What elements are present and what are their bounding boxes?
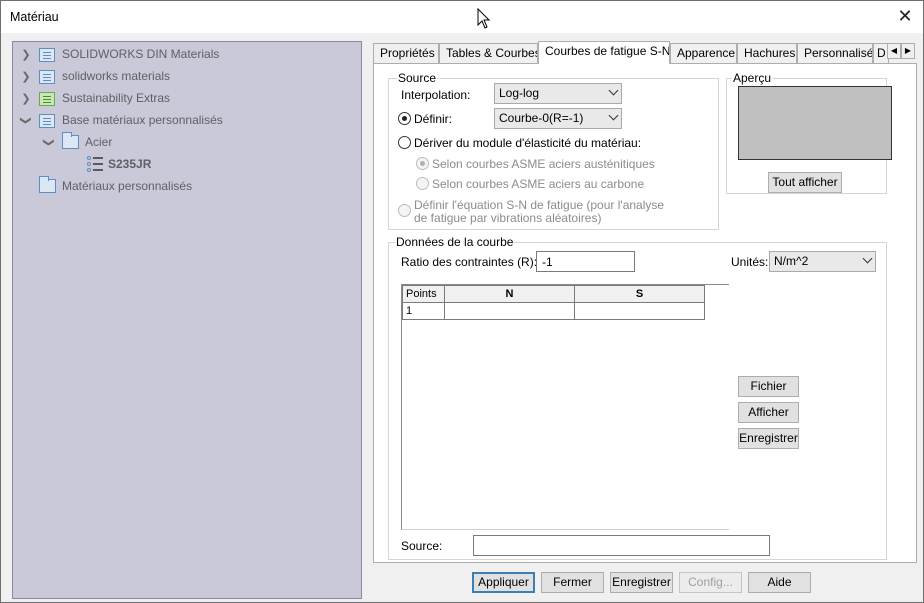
window-title: Matériau <box>10 10 59 24</box>
units-label: Unités: <box>731 255 769 269</box>
table-header-row: Points N S <box>402 285 705 303</box>
asme-carbon-radio[interactable] <box>416 177 429 190</box>
preview-legend: Aperçu <box>732 71 773 85</box>
tree-item-materiaux-personnalises[interactable]: Matériaux personnalisés <box>33 176 192 196</box>
chevron-down-icon <box>608 110 619 121</box>
table-cell-s[interactable] <box>574 302 705 320</box>
chevron-down-icon[interactable]: ❯ <box>43 135 56 149</box>
tab-apparence[interactable]: Apparence <box>670 43 737 63</box>
tree-item-solidworks-materials[interactable]: ❯ solidworks materials <box>19 66 170 86</box>
tree-item-label: Base matériaux personnalisés <box>62 113 223 127</box>
tree-item-base-materiaux[interactable]: ❯ Base matériaux personnalisés <box>19 110 223 130</box>
tree-item-acier[interactable]: ❯ Acier <box>42 132 112 152</box>
definir-label: Définir: <box>414 112 453 126</box>
tree-item-s235jr[interactable]: S235JR <box>86 154 151 174</box>
ratio-input[interactable] <box>536 251 635 272</box>
save-button[interactable]: Enregistrer <box>610 572 673 593</box>
definir-value: Courbe-0(R=-1) <box>499 111 584 125</box>
material-dialog: Matériau ✕ ❯ SOLIDWORKS DIN Materials ❯ … <box>0 0 924 603</box>
tree-item-label: Acier <box>85 135 113 149</box>
database-icon <box>39 68 56 85</box>
database-icon <box>39 46 56 63</box>
config-button[interactable]: Config... <box>679 572 742 593</box>
tab-courbes-fatigue[interactable]: Courbes de fatigue S-N <box>538 41 670 64</box>
table-cell-point[interactable]: 1 <box>402 302 445 320</box>
asme-austenitic-label: Selon courbes ASME aciers austénitiques <box>432 157 655 171</box>
tree-item-sustainability-extras[interactable]: ❯ Sustainability Extras <box>19 88 170 108</box>
asme-austenitic-radio[interactable] <box>416 157 429 170</box>
show-button[interactable]: Afficher <box>738 402 799 423</box>
interpolation-label: Interpolation: <box>401 88 471 102</box>
tree-item-label: Sustainability Extras <box>62 91 171 105</box>
save-curve-button[interactable]: Enregistrer <box>738 428 799 449</box>
tree-item-label: SOLIDWORKS DIN Materials <box>62 47 220 61</box>
chevron-right-icon[interactable]: ❯ <box>19 92 33 105</box>
curve-grid-frame <box>401 284 729 530</box>
chevron-right-icon[interactable]: ❯ <box>19 70 33 83</box>
source-legend: Source <box>397 71 438 85</box>
definir-select[interactable]: Courbe-0(R=-1) <box>494 108 622 129</box>
mouse-cursor-icon <box>477 8 491 29</box>
folder-icon <box>39 176 56 193</box>
source-field-label: Source: <box>401 539 443 553</box>
tree-item-label: Matériaux personnalisés <box>62 179 193 193</box>
source-field-input[interactable] <box>473 535 770 556</box>
close-button[interactable]: Fermer <box>541 572 604 593</box>
table-row: 1 <box>402 302 705 320</box>
table-cell-n[interactable] <box>444 302 575 320</box>
material-icon <box>86 155 104 173</box>
equation-label-line1: Définir l'équation S-N de fatigue (pour … <box>414 198 665 212</box>
show-all-button[interactable]: Tout afficher <box>768 172 842 193</box>
database-green-icon <box>39 90 56 107</box>
tab-hachures[interactable]: Hachures <box>737 43 797 63</box>
curve-data-legend: Données de la courbe <box>395 235 515 249</box>
help-button[interactable]: Aide <box>748 572 811 593</box>
database-icon <box>39 112 56 129</box>
asme-carbon-label: Selon courbes ASME aciers au carbone <box>432 177 645 191</box>
column-header-s[interactable]: S <box>574 285 705 303</box>
chevron-down-icon <box>862 253 873 264</box>
tab-tables-courbes[interactable]: Tables & Courbes <box>439 43 538 63</box>
tree-item-label: solidworks materials <box>62 69 171 83</box>
units-select[interactable]: N/m^2 <box>769 251 876 272</box>
equation-label-line2: de fatigue par vibrations aléatoires) <box>414 211 602 225</box>
curve-data-table[interactable]: Points N S 1 <box>402 285 705 320</box>
tab-scroll-right-icon[interactable]: ▶ <box>901 43 915 59</box>
units-value: N/m^2 <box>774 254 809 268</box>
equation-radio[interactable] <box>398 204 411 217</box>
interpolation-select[interactable]: Log-log <box>494 83 622 104</box>
column-header-n[interactable]: N <box>444 285 575 303</box>
tree-item-label: S235JR <box>108 157 152 171</box>
chevron-right-icon[interactable]: ❯ <box>19 48 33 61</box>
interpolation-value: Log-log <box>499 86 540 100</box>
definir-radio[interactable] <box>398 112 411 125</box>
material-tree[interactable]: ❯ SOLIDWORKS DIN Materials ❯ solidworks … <box>12 41 362 599</box>
file-button[interactable]: Fichier <box>738 376 799 397</box>
close-icon[interactable]: ✕ <box>893 5 917 29</box>
tree-item-solidworks-din[interactable]: ❯ SOLIDWORKS DIN Materials <box>19 44 219 64</box>
tab-strip: Propriétés Tables & Courbes Courbes de f… <box>373 41 917 64</box>
tab-scroll-left-icon[interactable]: ◀ <box>887 43 901 59</box>
preview-canvas <box>738 86 892 160</box>
title-bar: Matériau ✕ <box>1 1 923 33</box>
deriver-label: Dériver du module d'élasticité du matéri… <box>414 136 642 150</box>
deriver-radio[interactable] <box>398 136 411 149</box>
ratio-label: Ratio des contraintes (R): <box>401 255 538 269</box>
chevron-down-icon[interactable]: ❯ <box>20 113 33 127</box>
tab-personnalise[interactable]: Personnalisé <box>797 43 873 63</box>
folder-icon <box>62 132 79 149</box>
apply-button[interactable]: Appliquer <box>472 572 535 593</box>
tab-proprietes[interactable]: Propriétés <box>373 43 439 63</box>
chevron-down-icon <box>608 85 619 96</box>
column-header-points[interactable]: Points <box>402 285 445 303</box>
